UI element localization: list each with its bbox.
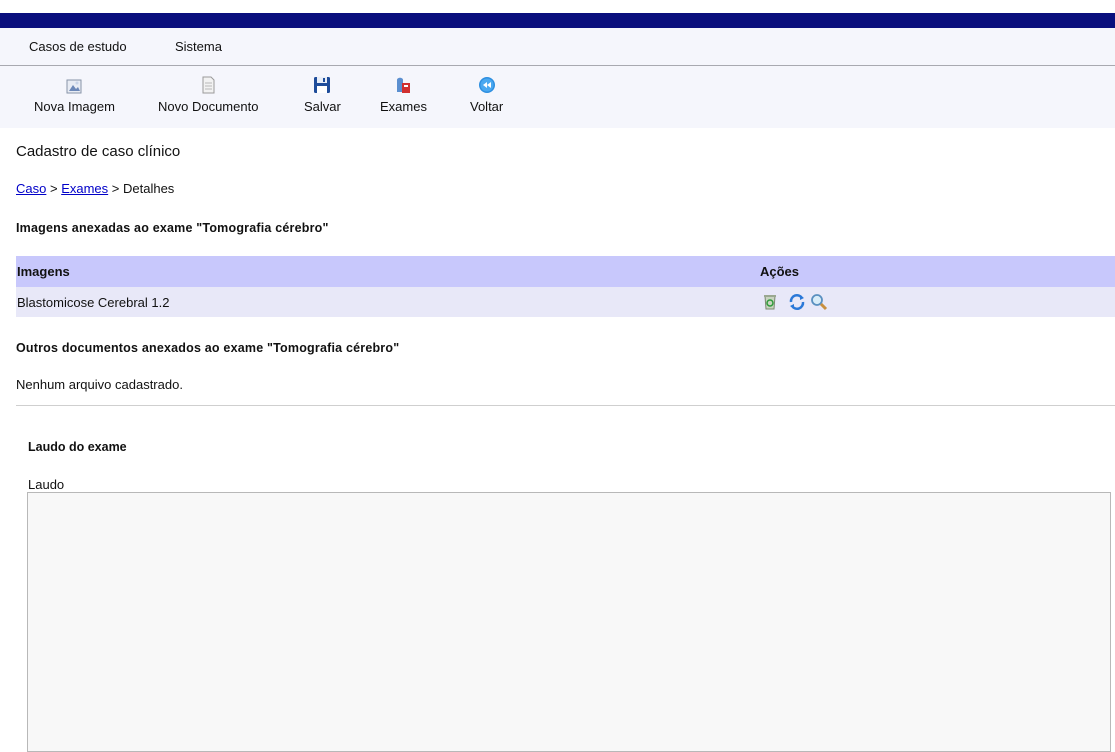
breadcrumb-link-exames[interactable]: Exames — [61, 181, 108, 196]
images-table-header: Imagens Ações — [16, 256, 1115, 287]
menu-sistema[interactable]: Sistema — [175, 39, 222, 54]
exams-icon — [397, 77, 411, 93]
breadcrumb-link-caso[interactable]: Caso — [16, 181, 46, 196]
documents-section-title: Outros documentos anexados ao exame "Tom… — [16, 341, 400, 355]
menu-bar: Casos de estudo Sistema — [0, 28, 1115, 66]
new-document-label: Novo Documento — [158, 99, 259, 114]
top-banner-bar — [0, 13, 1115, 28]
table-row: Blastomicose Cerebral 1.2 — [16, 287, 1115, 317]
breadcrumb-separator: > — [46, 181, 62, 196]
menu-casos-de-estudo[interactable]: Casos de estudo — [29, 39, 127, 54]
new-image-button[interactable]: Nova Imagem — [34, 74, 115, 114]
images-section-title: Imagens anexadas ao exame "Tomografia cé… — [16, 221, 329, 235]
refresh-icon[interactable] — [788, 293, 806, 311]
back-button[interactable]: Voltar — [470, 74, 503, 114]
new-image-label: Nova Imagem — [34, 99, 115, 114]
divider — [16, 405, 1115, 406]
report-field-label: Laudo — [28, 477, 65, 492]
page-title: Cadastro de caso clínico — [16, 143, 181, 160]
image-name: Blastomicose Cerebral 1.2 — [17, 295, 170, 310]
recycle-bin-icon[interactable] — [761, 293, 779, 311]
no-files-message: Nenhum arquivo cadastrado. — [16, 377, 183, 392]
magnifier-icon[interactable] — [810, 293, 828, 311]
column-header-images: Imagens — [17, 264, 70, 279]
new-document-icon — [202, 76, 215, 94]
save-label: Salvar — [304, 99, 341, 114]
report-section-title: Laudo do exame — [28, 440, 127, 454]
exams-button[interactable]: Exames — [380, 74, 427, 114]
breadcrumb-separator: > — [108, 181, 123, 196]
breadcrumb: Caso > Exames > Detalhes — [16, 181, 174, 196]
new-image-icon — [66, 79, 82, 94]
column-header-actions: Ações — [760, 264, 800, 279]
back-label: Voltar — [470, 99, 504, 114]
breadcrumb-current: Detalhes — [122, 181, 175, 196]
rewind-back-icon — [478, 77, 495, 93]
exams-label: Exames — [380, 99, 427, 114]
toolbar: Nova Imagem Novo Documento Salvar Exames — [0, 66, 1115, 128]
new-document-button[interactable]: Novo Documento — [158, 74, 258, 114]
floppy-disk-icon — [314, 77, 331, 93]
report-textarea[interactable] — [27, 492, 1111, 752]
save-button[interactable]: Salvar — [304, 74, 341, 114]
images-table: Imagens Ações Blastomicose Cerebral 1.2 — [16, 256, 1115, 317]
